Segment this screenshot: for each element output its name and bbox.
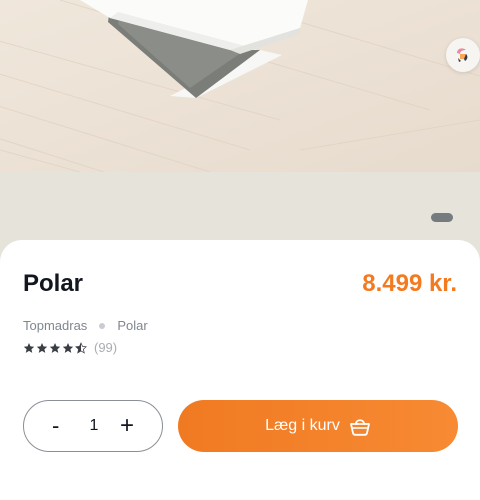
- product-price: 8.499 kr.: [362, 270, 457, 297]
- carousel-indicator[interactable]: [431, 213, 453, 222]
- decrease-quantity-button[interactable]: -: [52, 413, 59, 439]
- quantity-value: 1: [89, 417, 99, 434]
- basket-icon: [349, 419, 370, 436]
- product-title: Polar: [23, 270, 84, 297]
- rating-stars: [23, 341, 87, 354]
- ar-view-button[interactable]: [446, 38, 480, 72]
- ar-icon: [457, 48, 468, 62]
- review-count: (99): [94, 340, 118, 355]
- half-star-icon: [75, 341, 87, 354]
- product-image[interactable]: [0, 0, 480, 172]
- breadcrumb: Topmadras Polar: [23, 318, 148, 334]
- breadcrumb-separator: [99, 323, 106, 329]
- star-icon: [49, 342, 61, 353]
- rating[interactable]: (99): [23, 340, 117, 355]
- mattress-topper-image: [0, 0, 480, 172]
- add-to-cart-label: Læg i kurv: [265, 417, 340, 434]
- quantity-stepper: - 1 +: [23, 400, 163, 452]
- add-to-cart-button[interactable]: Læg i kurv: [178, 400, 458, 452]
- breadcrumb-product: Polar: [117, 318, 148, 333]
- star-icon: [23, 342, 35, 353]
- star-icon: [36, 342, 48, 353]
- star-icon: [62, 342, 74, 353]
- breadcrumb-category[interactable]: Topmadras: [23, 318, 87, 334]
- increase-quantity-button[interactable]: +: [120, 412, 134, 440]
